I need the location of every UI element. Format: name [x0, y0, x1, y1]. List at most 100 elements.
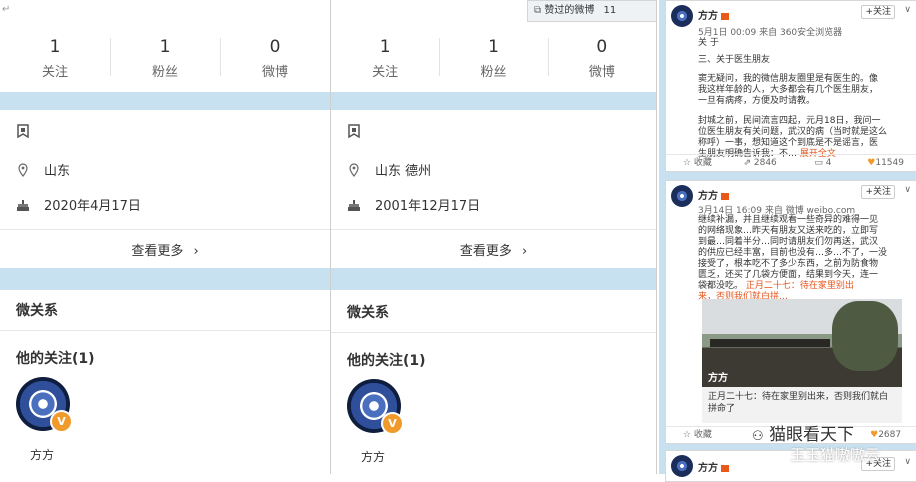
chevron-down-icon[interactable]: ∨ [904, 457, 911, 467]
text-line: 窦无疑问，我的微信朋友圈里是有医生的。像 [698, 74, 879, 84]
verified-badge-icon: V [50, 410, 73, 433]
repost-count: 2846 [753, 158, 777, 168]
favorite-button[interactable]: ☆ 收藏 [666, 155, 729, 171]
photo-caption: 正月二十七：待在家里别出来，否则我们就白拼命了 [702, 387, 902, 423]
stat-number: 1 [159, 37, 171, 57]
stat-following[interactable]: 1 关注 [0, 28, 110, 90]
chevron-right-icon: › [193, 244, 199, 259]
see-more-link[interactable]: 查看更多 › [331, 240, 656, 259]
stats-bar: 1 关注 1 粉丝 0 微博 [331, 28, 656, 90]
stat-weibo[interactable]: 0 微博 [547, 28, 656, 90]
text-line: 的供应已经丰富，目前也没有…多…不了，一没 [698, 248, 888, 258]
section-divider [0, 92, 330, 110]
follow-button[interactable]: +关注 [861, 5, 895, 19]
favorite-button[interactable]: ☆ 收藏 [666, 427, 729, 443]
stat-number: 1 [488, 37, 499, 57]
his-follows-heading[interactable]: 他的关注(1) [347, 350, 426, 370]
stat-label: 关注 [372, 65, 399, 80]
photo-watermark: 方方 [708, 373, 728, 384]
avatar-name[interactable]: 方方 [30, 446, 54, 463]
avatar[interactable] [671, 185, 693, 207]
verified-tag-icon [721, 192, 729, 200]
watermark: ⚇ 猫眼看天下 [752, 420, 854, 445]
watermark-secondary: 玉玉猫嗷嗷云 [790, 446, 881, 464]
text-line: 接受了，根本吃不了多少东西，之前为防食物 [698, 259, 879, 269]
location-row: 山东 德州 [347, 160, 431, 179]
text-line: 称呼）一事，想知道这个到底是不是谣言，医 [698, 138, 879, 148]
birthday-row: 2001年12月17日 [347, 195, 480, 214]
stat-number: 0 [269, 37, 281, 57]
comment-count: 4 [825, 158, 832, 168]
chevron-down-icon[interactable]: ∨ [904, 185, 911, 195]
location-pin-icon [18, 162, 28, 177]
like-button[interactable]: ♥11549 [854, 155, 916, 171]
corner-arrow-icon: ↵ [2, 4, 11, 15]
post-author[interactable]: 方方 [698, 7, 729, 22]
text-line: 到最…同着半分…同时请朋友们勿再送，武汉 [698, 237, 879, 247]
text-line: 一旦有病疼，方便及时请教。 [698, 96, 816, 106]
tag-row [347, 124, 375, 138]
stat-label: 粉丝 [480, 65, 507, 80]
post-author[interactable]: 方方 [698, 459, 729, 474]
divider-line [331, 229, 656, 230]
stat-followers[interactable]: 1 粉丝 [439, 28, 547, 90]
text-line: 三、关于医生朋友 [698, 55, 771, 65]
feed-column: 方方 +关注 ∨ 5月1日 00:09 来自 360安全浏览器 关 于 三、关于… [659, 0, 916, 482]
stat-label: 粉丝 [151, 65, 178, 80]
stat-label: 微博 [588, 65, 615, 80]
divider-line [331, 332, 656, 333]
post-photo[interactable]: 方方 [702, 299, 902, 387]
watermark-text: 猫眼看天下 [769, 425, 855, 445]
tag-row [16, 124, 44, 138]
profile-panel-1: ↵ 1 关注 1 粉丝 0 微博 山东 2020年4月17日 查看更多 › 微关系 他… [0, 0, 330, 474]
text-line: 位医生朋友有关问题，武汉的病（当时就是这么 [698, 127, 888, 137]
section-divider [0, 268, 330, 290]
post-author[interactable]: 方方 [698, 187, 729, 202]
see-more-link[interactable]: 查看更多 › [0, 240, 330, 259]
feed-post: 方方 +关注 ∨ 3月14日 16:09 来自 微博 weibo.com 继续补… [665, 180, 916, 444]
stat-number: 0 [596, 37, 608, 57]
weibo-relation-heading: 微关系 [16, 303, 58, 319]
quote-link[interactable]: 正月二十七：待在家里别出 [746, 281, 854, 291]
stat-number: 1 [49, 37, 61, 57]
post-actions: ☆ 收藏 ⇗ 2846 ▭ 4 ♥11549 [666, 154, 916, 171]
feed-post: 方方 +关注 ∨ 5月1日 00:09 来自 360安全浏览器 关 于 三、关于… [665, 0, 916, 172]
author-name: 方方 [698, 11, 718, 22]
stat-following[interactable]: 1 关注 [331, 28, 439, 90]
follow-button[interactable]: +关注 [861, 185, 895, 199]
stat-followers[interactable]: 1 粉丝 [110, 28, 220, 90]
repost-button[interactable]: ⇗ 2846 [729, 155, 792, 171]
chevron-down-icon[interactable]: ∨ [904, 5, 911, 15]
verified-tag-icon [721, 12, 729, 20]
text-line: 袋都没吃。 正月二十七：待在家里别出 [698, 281, 909, 292]
liked-weibo-tab[interactable]: ⧉ 赞过的微博 11 [527, 0, 656, 22]
photo-tree-shape [832, 301, 898, 371]
text-line: 关 于 [698, 38, 719, 48]
post-text: 关 于 三、关于医生朋友 窦无疑问，我的微信朋友圈里是有医生的。像 我这样年龄的… [698, 38, 909, 160]
author-name: 方方 [698, 191, 718, 202]
avatar[interactable] [671, 5, 693, 27]
location-text: 山东 德州 [375, 164, 432, 179]
section-divider [331, 92, 656, 110]
stats-bar: 1 关注 1 粉丝 0 微博 [0, 28, 330, 90]
location-row: 山东 [16, 160, 70, 179]
like-button[interactable]: ♥2687 [854, 427, 916, 443]
stat-weibo[interactable]: 0 微博 [220, 28, 330, 90]
stat-label: 关注 [41, 65, 68, 80]
text-line-tail: 袋都没吃。 [698, 281, 744, 291]
profile-panel-2: ⧉ 赞过的微博 11 1 关注 1 粉丝 0 微博 山东 德州 2001年12月17日… [331, 0, 656, 474]
like-count: 2687 [878, 430, 902, 440]
text-line: 封城之前，民间流言四起，元月18日，我问一 [698, 116, 881, 126]
post-meta: 5月1日 00:09 来自 360安全浏览器 [698, 28, 843, 38]
birthday-text: 2001年12月17日 [375, 199, 481, 214]
avatar-name[interactable]: 方方 [361, 448, 385, 465]
comment-button[interactable]: ▭ 4 [792, 155, 855, 171]
section-divider [331, 268, 656, 290]
post-text: 继续补漏，并且继续观看一些奇异的难得一见 的网络现象…昨天有朋友又送来吃的，立即… [698, 215, 909, 303]
favorite-label: 收藏 [693, 158, 712, 168]
liked-weibo-count: 11 [603, 5, 617, 16]
his-follows-heading[interactable]: 他的关注(1) [16, 348, 95, 368]
divider-line [0, 330, 330, 331]
cake-icon [17, 199, 29, 211]
bookmark-icon [348, 124, 360, 138]
